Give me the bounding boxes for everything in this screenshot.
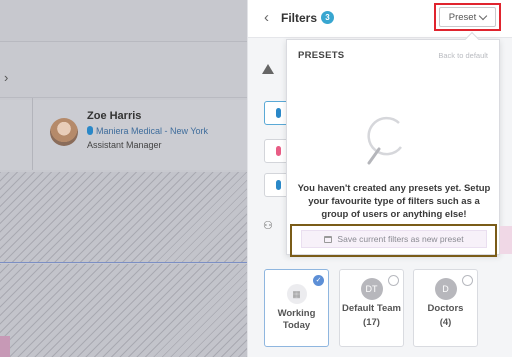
- presets-popup: PRESETS Back to default You haven't crea…: [286, 31, 500, 255]
- preset-card-default-team[interactable]: DT Default Team (17): [339, 269, 404, 347]
- card-count: (4): [439, 317, 452, 328]
- preset-card-working-today[interactable]: ✓ ▦ Working Today: [264, 269, 329, 347]
- back-to-default-link[interactable]: Back to default: [438, 51, 488, 60]
- chevron-left-icon[interactable]: ‹: [264, 9, 269, 26]
- card-label: Doctors: [427, 303, 464, 314]
- unavailable-hatch: [0, 264, 247, 357]
- check-icon: ✓: [313, 275, 324, 286]
- background-row: [0, 42, 247, 98]
- radio-button[interactable]: [388, 275, 399, 286]
- save-preset-button[interactable]: Save current filters as new preset: [301, 230, 487, 248]
- unavailable-hatch: [0, 172, 247, 262]
- color-dot-icon: [276, 146, 281, 156]
- chevron-down-icon: [478, 11, 488, 20]
- filters-title: Filters: [281, 11, 318, 25]
- presets-title: PRESETS: [298, 50, 345, 61]
- color-dot-icon: [276, 108, 281, 118]
- current-time-line: [0, 262, 247, 263]
- location-dot-icon: [87, 126, 93, 135]
- card-label: Default Team: [342, 303, 401, 314]
- save-preset-label: Save current filters as new preset: [337, 234, 464, 244]
- calendar-icon: [324, 235, 333, 243]
- filter-count-badge: 3: [321, 11, 334, 24]
- divider: [32, 98, 33, 170]
- person-role: Assistant Manager: [87, 140, 162, 150]
- users-icon: ⚇: [263, 220, 273, 232]
- preset-button[interactable]: Preset: [439, 7, 496, 27]
- calendar-icon: ▦: [286, 284, 307, 304]
- empty-presets-message: You haven't created any presets yet. Set…: [297, 183, 491, 220]
- chevron-right-icon: ›: [4, 70, 9, 85]
- shift-block: [500, 226, 512, 254]
- person-name: Zoe Harris: [87, 110, 142, 122]
- avatar: [50, 118, 78, 146]
- person-organization-label: Maniera Medical - New York: [96, 126, 209, 136]
- preset-button-label: Preset: [448, 11, 477, 23]
- magnifier-icon: [367, 116, 402, 165]
- radio-button[interactable]: [462, 275, 473, 286]
- warning-icon: [262, 64, 274, 74]
- color-dot-icon: [276, 180, 281, 190]
- card-label: Working Today: [277, 308, 316, 331]
- background-toolbar: [0, 0, 247, 42]
- card-count: (17): [363, 317, 380, 328]
- background-schedule-view: › Zoe Harris Maniera Medical - New York …: [0, 0, 247, 357]
- preset-card-doctors[interactable]: D Doctors (4): [413, 269, 478, 347]
- shift-block: [0, 336, 10, 357]
- team-avatar: DT: [360, 278, 383, 300]
- person-organization: Maniera Medical - New York: [87, 126, 208, 136]
- team-avatar: D: [434, 278, 457, 300]
